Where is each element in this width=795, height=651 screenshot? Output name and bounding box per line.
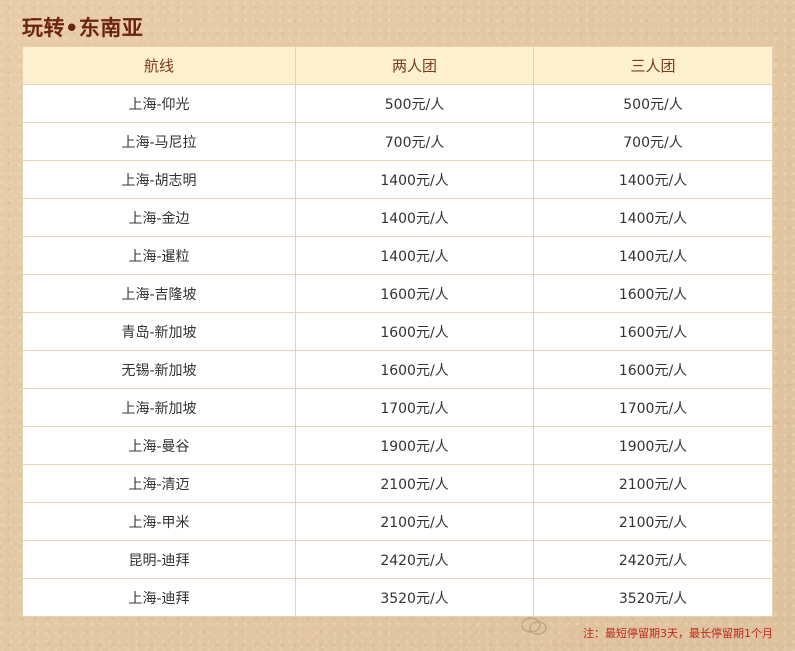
route-cell: 无锡-新加坡 <box>22 350 296 389</box>
three-person-price-cell: 2420元/人 <box>533 540 773 579</box>
route-cell: 上海-清迈 <box>22 464 296 503</box>
stay-duration-note: 注：最短停留期3天，最长停留期1个月 <box>583 627 773 640</box>
three-person-price-cell: 1900元/人 <box>533 426 773 465</box>
table-row: 上海-甲米 2100元/人 2100元/人 <box>22 502 773 541</box>
table-row: 无锡-新加坡 1600元/人 1600元/人 <box>22 350 773 389</box>
route-cell: 上海-吉隆坡 <box>22 274 296 313</box>
route-cell: 上海-马尼拉 <box>22 122 296 161</box>
two-person-price-cell: 1400元/人 <box>295 160 534 199</box>
route-cell: 上海-迪拜 <box>22 578 296 617</box>
table-row: 上海-金边 1400元/人 1400元/人 <box>22 198 773 237</box>
two-person-price-cell: 2100元/人 <box>295 502 534 541</box>
route-cell: 上海-曼谷 <box>22 426 296 465</box>
table-row: 上海-仰光 500元/人 500元/人 <box>22 84 773 123</box>
route-cell: 上海-胡志明 <box>22 160 296 199</box>
two-person-price-cell: 3520元/人 <box>295 578 534 617</box>
table-row: 上海-吉隆坡 1600元/人 1600元/人 <box>22 274 773 313</box>
three-person-price-cell: 1600元/人 <box>533 312 773 351</box>
two-person-price-cell: 500元/人 <box>295 84 534 123</box>
price-table-container: 航线 两人团 三人团 上海-仰光 500元/人 500元/人 上海-马尼拉 700元/人… <box>22 46 773 617</box>
route-cell: 上海-甲米 <box>22 502 296 541</box>
two-person-price-cell: 1600元/人 <box>295 274 534 313</box>
header-two-person: 两人团 <box>295 46 534 85</box>
table-row: 昆明-迪拜 2420元/人 2420元/人 <box>22 540 773 579</box>
route-cell: 上海-金边 <box>22 198 296 237</box>
two-person-price-cell: 700元/人 <box>295 122 534 161</box>
wechat-watermark-icon <box>521 617 547 635</box>
two-person-price-cell: 1600元/人 <box>295 312 534 351</box>
table-row: 青岛-新加坡 1600元/人 1600元/人 <box>22 312 773 351</box>
header-three-person: 三人团 <box>533 46 773 85</box>
two-person-price-cell: 2100元/人 <box>295 464 534 503</box>
table-body: 上海-仰光 500元/人 500元/人 上海-马尼拉 700元/人 700元/人 上海-胡志… <box>22 84 773 617</box>
table-row: 上海-胡志明 1400元/人 1400元/人 <box>22 160 773 199</box>
route-cell: 上海-暹粒 <box>22 236 296 275</box>
two-person-price-cell: 2420元/人 <box>295 540 534 579</box>
route-cell: 昆明-迪拜 <box>22 540 296 579</box>
three-person-price-cell: 1400元/人 <box>533 160 773 199</box>
three-person-price-cell: 2100元/人 <box>533 502 773 541</box>
three-person-price-cell: 3520元/人 <box>533 578 773 617</box>
route-cell: 上海-新加坡 <box>22 388 296 427</box>
route-cell: 青岛-新加坡 <box>22 312 296 351</box>
three-person-price-cell: 1400元/人 <box>533 198 773 237</box>
price-table: 航线 两人团 三人团 上海-仰光 500元/人 500元/人 上海-马尼拉 700元/人… <box>22 46 773 617</box>
three-person-price-cell: 700元/人 <box>533 122 773 161</box>
two-person-price-cell: 1700元/人 <box>295 388 534 427</box>
table-row: 上海-曼谷 1900元/人 1900元/人 <box>22 426 773 465</box>
table-row: 上海-清迈 2100元/人 2100元/人 <box>22 464 773 503</box>
two-person-price-cell: 1400元/人 <box>295 236 534 275</box>
three-person-price-cell: 1700元/人 <box>533 388 773 427</box>
table-row: 上海-新加坡 1700元/人 1700元/人 <box>22 388 773 427</box>
three-person-price-cell: 1400元/人 <box>533 236 773 275</box>
two-person-price-cell: 1400元/人 <box>295 198 534 237</box>
three-person-price-cell: 1600元/人 <box>533 274 773 313</box>
page-title: 玩转•东南亚 <box>22 16 144 40</box>
two-person-price-cell: 1600元/人 <box>295 350 534 389</box>
table-row: 上海-迪拜 3520元/人 3520元/人 <box>22 578 773 617</box>
three-person-price-cell: 1600元/人 <box>533 350 773 389</box>
table-header-row: 航线 两人团 三人团 <box>22 46 773 85</box>
two-person-price-cell: 1900元/人 <box>295 426 534 465</box>
table-row: 上海-暹粒 1400元/人 1400元/人 <box>22 236 773 275</box>
table-row: 上海-马尼拉 700元/人 700元/人 <box>22 122 773 161</box>
route-cell: 上海-仰光 <box>22 84 296 123</box>
three-person-price-cell: 2100元/人 <box>533 464 773 503</box>
header-route: 航线 <box>22 46 296 85</box>
three-person-price-cell: 500元/人 <box>533 84 773 123</box>
